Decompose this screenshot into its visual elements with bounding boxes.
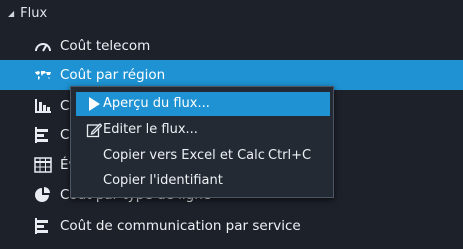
section-label: Flux (20, 5, 48, 21)
tree-item-cout-telecom[interactable]: Coût telecom (0, 31, 463, 61)
edit-pencil-icon (86, 122, 103, 138)
bar-chart-icon (34, 98, 52, 114)
tree-section-flux[interactable]: ◢ Flux (0, 0, 463, 26)
caret-collapse-icon[interactable]: ◢ (8, 9, 14, 18)
table-grid-icon (34, 157, 52, 173)
menu-item-copier-vers-excel[interactable]: Copier vers Excel et Calc Ctrl+C (76, 144, 330, 168)
menu-item-apercu-du-flux[interactable]: Aperçu du flux... (76, 92, 330, 116)
pie-chart-icon (34, 187, 52, 203)
menu-item-label: Editer le flux... (103, 122, 198, 137)
menu-item-label: Aperçu du flux... (103, 96, 210, 111)
menu-item-copier-identifiant[interactable]: Copier l'identifiant (76, 169, 330, 193)
menu-item-label: Copier l'identifiant (103, 173, 223, 188)
horizontal-bar-chart-icon (34, 218, 52, 234)
menu-item-label: Copier vers Excel et Calc (103, 148, 265, 163)
context-menu: Aperçu du flux... Editer le flux... Copi… (70, 86, 334, 198)
menu-item-editer-le-flux[interactable]: Editer le flux... (76, 118, 330, 142)
tree-item-label: Coût de communication par service (60, 218, 301, 234)
flux-tree: ◢ Flux (0, 0, 463, 26)
play-icon (86, 96, 102, 112)
world-map-icon (34, 67, 52, 83)
horizontal-bar-chart-icon (34, 127, 52, 143)
tree-item-cout-de-communication-par-service[interactable]: Coût de communication par service (0, 211, 463, 241)
tree-item-label: Coût telecom (60, 38, 151, 54)
gauge-icon (34, 38, 52, 54)
menu-item-shortcut: Ctrl+C (268, 148, 312, 163)
